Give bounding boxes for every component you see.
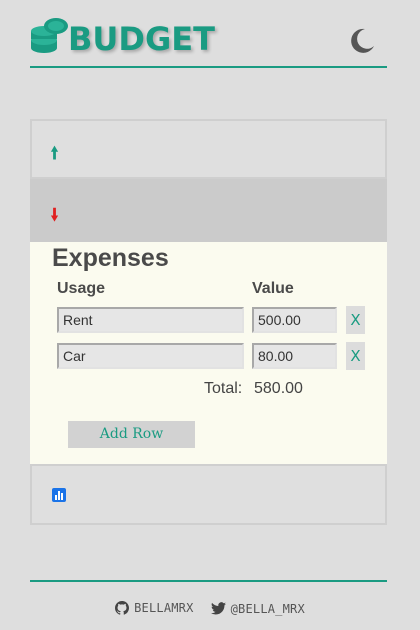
total-value: 580.00: [254, 380, 303, 397]
coins-stack-icon: [31, 18, 68, 53]
expenses-section-toggle[interactable]: 🠛: [30, 179, 387, 242]
app-header: BUDGET: [30, 12, 387, 68]
twitter-handle: @BELLA_MRX: [230, 601, 305, 616]
github-icon: [115, 601, 130, 615]
remove-row-button[interactable]: X: [346, 306, 365, 334]
github-link[interactable]: BELLAMRX: [115, 601, 193, 615]
section-title: Expenses: [52, 244, 169, 272]
add-row-button[interactable]: Add Row: [68, 421, 195, 448]
chart-section-toggle[interactable]: [30, 464, 387, 525]
footer-divider: [30, 580, 387, 582]
total-label: Total:: [204, 380, 243, 397]
budget-accordion: 🠙 🠛 Expenses Usage Value Rent 500.00 X C…: [30, 119, 387, 525]
app-title: BUDGET: [68, 20, 215, 58]
arrow-down-icon: 🠛: [50, 205, 60, 226]
usage-input[interactable]: Car: [57, 343, 244, 369]
twitter-icon: [210, 602, 226, 615]
remove-row-button[interactable]: X: [346, 342, 365, 370]
footer: BELLAMRX @BELLA_MRX: [0, 600, 420, 619]
value-column-header: Value: [252, 280, 294, 297]
header-divider: [30, 66, 387, 68]
github-username: BELLAMRX: [134, 601, 194, 615]
usage-column-header: Usage: [57, 280, 106, 297]
moon-icon[interactable]: [347, 26, 377, 56]
usage-input[interactable]: Rent: [57, 307, 244, 333]
value-input[interactable]: 80.00: [252, 343, 337, 369]
bar-chart-icon: [52, 488, 66, 502]
arrow-up-icon: 🠙: [50, 143, 60, 164]
value-input[interactable]: 500.00: [252, 307, 337, 333]
income-section-toggle[interactable]: 🠙: [30, 119, 387, 179]
twitter-link[interactable]: @BELLA_MRX: [210, 601, 305, 616]
expenses-panel: Expenses Usage Value Rent 500.00 X Car 8…: [30, 242, 387, 464]
